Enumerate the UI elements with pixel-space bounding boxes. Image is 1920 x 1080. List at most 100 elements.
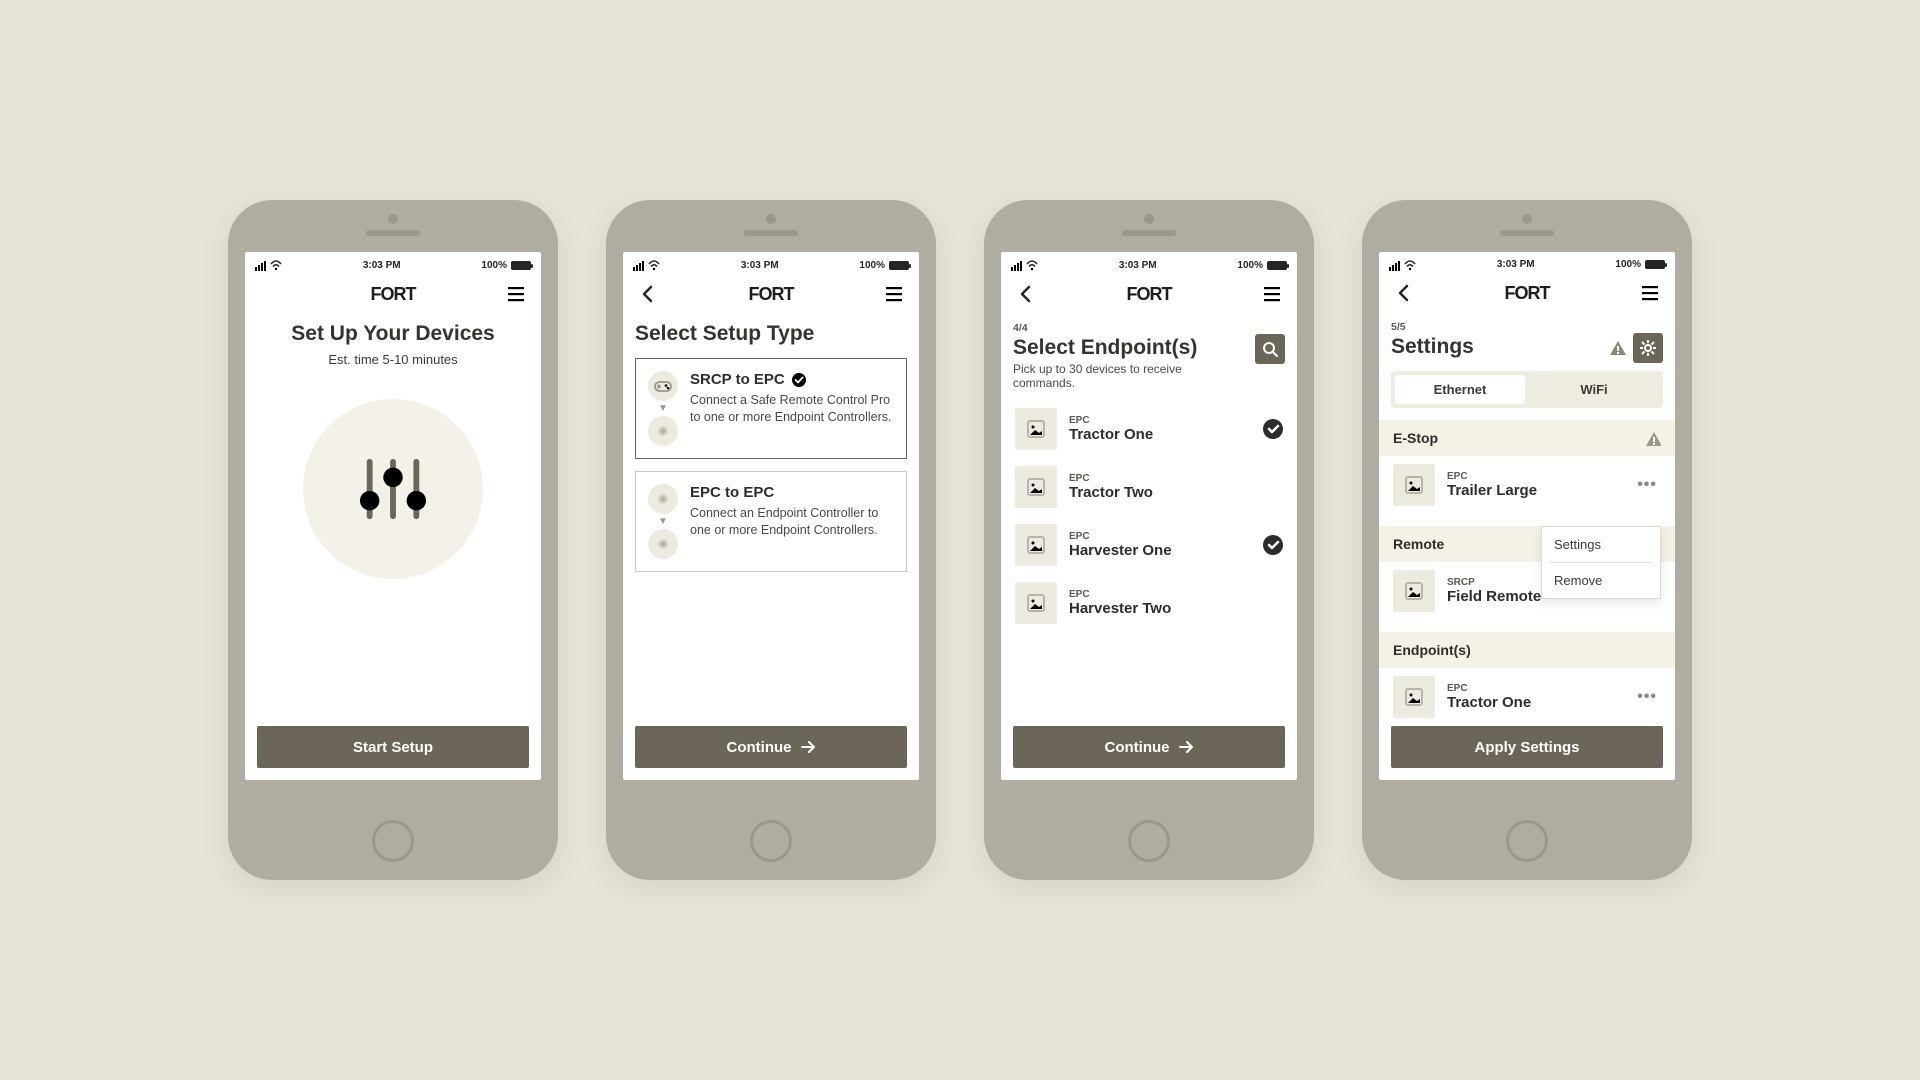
- gamepad-icon: [653, 376, 673, 396]
- back-icon: [639, 285, 657, 303]
- option-icons: ▼: [648, 371, 678, 446]
- setup-option-epc-to-epc[interactable]: ▼ EPC to EPC Connect an Endpoint Control…: [635, 471, 907, 572]
- battery-level: 100%: [1237, 260, 1263, 271]
- list-item[interactable]: EPC Trailer Large •••: [1391, 456, 1663, 514]
- option-title: SRCP to EPC: [690, 371, 785, 388]
- page-title: Select Setup Type: [635, 322, 907, 346]
- continue-button[interactable]: Continue: [635, 726, 907, 768]
- controller-icon: [653, 489, 673, 509]
- more-button[interactable]: •••: [1633, 474, 1661, 496]
- status-time: 3:03 PM: [1119, 260, 1157, 271]
- menu-button[interactable]: [1261, 283, 1283, 305]
- wifi-icon: [648, 259, 660, 271]
- item-kicker: EPC: [1069, 473, 1283, 484]
- signal-icon: [1389, 259, 1400, 271]
- start-setup-button[interactable]: Start Setup: [257, 726, 529, 768]
- start-setup-label: Start Setup: [353, 739, 433, 756]
- item-title: Tractor One: [1447, 694, 1621, 711]
- search-icon: [1262, 341, 1278, 357]
- item-title: Tractor Two: [1069, 484, 1283, 501]
- status-time: 3:03 PM: [1497, 259, 1535, 270]
- thumb-icon: [1015, 408, 1057, 450]
- section-title: E-Stop: [1393, 430, 1438, 446]
- helper-text: Pick up to 30 devices to receive command…: [1013, 362, 1247, 390]
- context-menu: Settings Remove: [1541, 526, 1661, 599]
- settings-gear-button[interactable]: [1633, 333, 1663, 363]
- section-title: Remote: [1393, 536, 1444, 552]
- item-title: Harvester One: [1069, 542, 1251, 559]
- phone-mock-4: 3:03 PM 100% FORT 5/5 Settings Ethernet …: [1362, 200, 1692, 880]
- screen-select-setup-type: 3:03 PM 100% FORT Select Setup Type ▼ SR…: [623, 252, 919, 780]
- screen-setup-devices: 3:03 PM 100% FORT Set Up Your Devices Es…: [245, 252, 541, 780]
- battery-level: 100%: [481, 260, 507, 271]
- thumb-icon: [1015, 466, 1057, 508]
- menu-settings[interactable]: Settings: [1542, 527, 1660, 562]
- menu-button[interactable]: [883, 283, 905, 305]
- thumb-icon: [1393, 464, 1435, 506]
- search-button[interactable]: [1255, 334, 1285, 364]
- phone-mock-3: 3:03 PM 100% FORT 4/4 Select Endpoint(s)…: [984, 200, 1314, 880]
- page-title: Select Endpoint(s): [1013, 336, 1247, 360]
- nav-bar: FORT: [1379, 274, 1675, 313]
- page-title: Settings: [1391, 335, 1474, 359]
- menu-remove[interactable]: Remove: [1542, 563, 1660, 598]
- hero-graphic: [303, 399, 483, 579]
- thumb-icon: [1015, 582, 1057, 624]
- phone-mock-2: 3:03 PM 100% FORT Select Setup Type ▼ SR…: [606, 200, 936, 880]
- brand-logo: FORT: [1127, 284, 1172, 305]
- list-item[interactable]: EPCHarvester Two: [1013, 574, 1285, 632]
- list-item[interactable]: EPC Tractor One •••: [1391, 668, 1663, 726]
- phone-mock-1: 3:03 PM 100% FORT Set Up Your Devices Es…: [228, 200, 558, 880]
- controller-icon: [653, 534, 673, 554]
- back-button[interactable]: [637, 283, 659, 305]
- battery-icon: [511, 261, 531, 270]
- arrow-right-icon: [800, 739, 816, 755]
- list-item[interactable]: EPCTractor One: [1013, 400, 1285, 458]
- continue-button[interactable]: Continue: [1013, 726, 1285, 768]
- back-icon: [1017, 285, 1035, 303]
- menu-icon: [507, 285, 525, 303]
- menu-button[interactable]: [1639, 282, 1661, 304]
- image-icon: [1026, 419, 1046, 439]
- continue-label: Continue: [727, 739, 792, 756]
- more-button[interactable]: •••: [1633, 686, 1661, 708]
- item-kicker: EPC: [1447, 471, 1621, 482]
- back-icon: [1395, 284, 1413, 302]
- status-bar: 3:03 PM 100%: [245, 252, 541, 274]
- verified-icon: [791, 372, 807, 388]
- wifi-icon: [1026, 259, 1038, 271]
- item-kicker: EPC: [1069, 531, 1251, 542]
- item-kicker: EPC: [1069, 589, 1283, 600]
- option-icons: ▼: [648, 484, 678, 559]
- option-title: EPC to EPC: [690, 484, 774, 501]
- arrow-right-icon: [1178, 739, 1194, 755]
- back-button[interactable]: [1015, 283, 1037, 305]
- warning-icon: [1645, 430, 1661, 446]
- item-title: Trailer Large: [1447, 482, 1621, 499]
- section-endpoints: Endpoint(s): [1379, 632, 1675, 668]
- list-item[interactable]: EPCTractor Two: [1013, 458, 1285, 516]
- arrow-down-icon: ▼: [658, 516, 668, 527]
- image-icon: [1026, 593, 1046, 613]
- option-desc: Connect a Safe Remote Control Pro to one…: [690, 392, 894, 426]
- back-button[interactable]: [1393, 282, 1415, 304]
- option-desc: Connect an Endpoint Controller to one or…: [690, 505, 894, 539]
- apply-settings-button[interactable]: Apply Settings: [1391, 726, 1663, 768]
- image-icon: [1026, 477, 1046, 497]
- thumb-icon: [1015, 524, 1057, 566]
- menu-button[interactable]: [505, 283, 527, 305]
- item-kicker: EPC: [1447, 683, 1621, 694]
- battery-level: 100%: [859, 260, 885, 271]
- setup-option-srcp-to-epc[interactable]: ▼ SRCP to EPC Connect a Safe Remote Cont…: [635, 358, 907, 459]
- step-indicator: 4/4: [1013, 322, 1285, 334]
- list-item[interactable]: EPCHarvester One: [1013, 516, 1285, 574]
- tab-ethernet[interactable]: Ethernet: [1395, 375, 1525, 404]
- item-kicker: EPC: [1069, 415, 1251, 426]
- wifi-icon: [270, 259, 282, 271]
- screen-settings: 3:03 PM 100% FORT 5/5 Settings Ethernet …: [1379, 252, 1675, 780]
- controller-icon: [653, 421, 673, 441]
- tab-wifi[interactable]: WiFi: [1529, 375, 1659, 404]
- thumb-icon: [1393, 676, 1435, 718]
- menu-icon: [1263, 285, 1281, 303]
- connection-tabs: Ethernet WiFi: [1391, 371, 1663, 408]
